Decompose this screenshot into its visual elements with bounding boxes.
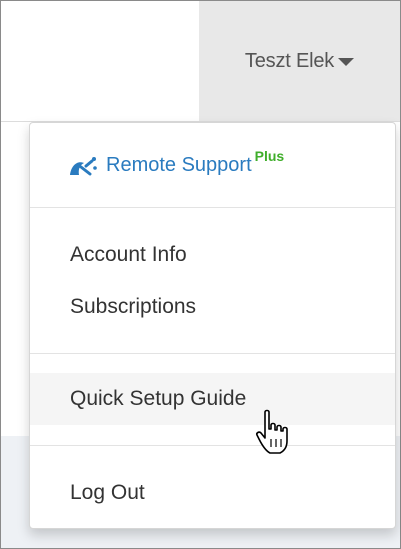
user-dropdown-menu: Remote Support Plus Account Info Subscri… (29, 122, 396, 529)
menu-divider (30, 353, 395, 354)
window-frame: Teszt Elek Remote Support Plus Account I… (0, 0, 401, 549)
remote-support-label: Remote Support (106, 153, 252, 176)
menu-divider (30, 207, 395, 208)
top-navbar: Teszt Elek (1, 1, 400, 122)
menu-item-subscriptions[interactable]: Subscriptions (30, 281, 395, 333)
plus-badge: Plus (254, 148, 285, 164)
remote-support-link[interactable]: Remote Support Plus (30, 123, 395, 207)
remote-support-icon (70, 157, 97, 176)
menu-divider (30, 445, 395, 446)
menu-item-log-out[interactable]: Log Out (30, 467, 395, 519)
user-menu-toggle[interactable]: Teszt Elek (199, 1, 400, 121)
menu-item-quick-setup-guide[interactable]: Quick Setup Guide (30, 373, 395, 425)
user-name-label: Teszt Elek (244, 49, 335, 72)
caret-down-icon (338, 58, 355, 66)
menu-item-account-info[interactable]: Account Info (30, 229, 395, 281)
